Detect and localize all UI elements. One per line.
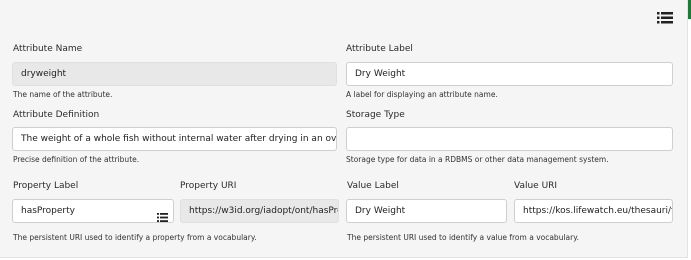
attribute-definition-field[interactable]: The weight of a whole fish without inter… — [12, 127, 337, 151]
property-uri-label: Property URI — [180, 181, 237, 191]
list-icon[interactable] — [157, 207, 168, 222]
attribute-label-label: Attribute Label — [346, 44, 413, 54]
property-help: The persistent URI used to identify a pr… — [13, 233, 257, 242]
value-label-label: Value Label — [347, 181, 399, 191]
attribute-definition-help: Precise definition of the attribute. — [13, 155, 140, 164]
attribute-name-field: dryweight — [12, 62, 337, 86]
storage-type-label: Storage Type — [346, 110, 405, 120]
property-label-field[interactable]: hasProperty — [12, 199, 174, 223]
value-uri-field[interactable]: https://kos.lifewatch.eu/thesauri/fis — [514, 199, 673, 223]
attribute-name-label: Attribute Name — [13, 44, 83, 54]
storage-type-field[interactable] — [346, 127, 673, 151]
attribute-label-help: A label for displaying an attribute name… — [346, 90, 498, 99]
value-help: The persistent URI used to identify a va… — [347, 233, 579, 242]
property-uri-field: https://w3id.org/iadopt/ont/hasPro — [180, 199, 339, 223]
list-icon[interactable] — [657, 11, 673, 25]
value-label-field[interactable]: Dry Weight — [346, 199, 507, 223]
attribute-definition-label: Attribute Definition — [13, 110, 100, 120]
attribute-label-field[interactable]: Dry Weight — [346, 62, 673, 86]
property-label-label: Property Label — [13, 181, 79, 191]
storage-type-help: Storage type for data in a RDBMS or othe… — [346, 155, 609, 164]
attribute-form-panel: Attribute Name dryweight The name of the… — [0, 0, 688, 258]
value-uri-label: Value URI — [514, 181, 558, 191]
attribute-name-help: The name of the attribute. — [13, 90, 113, 99]
